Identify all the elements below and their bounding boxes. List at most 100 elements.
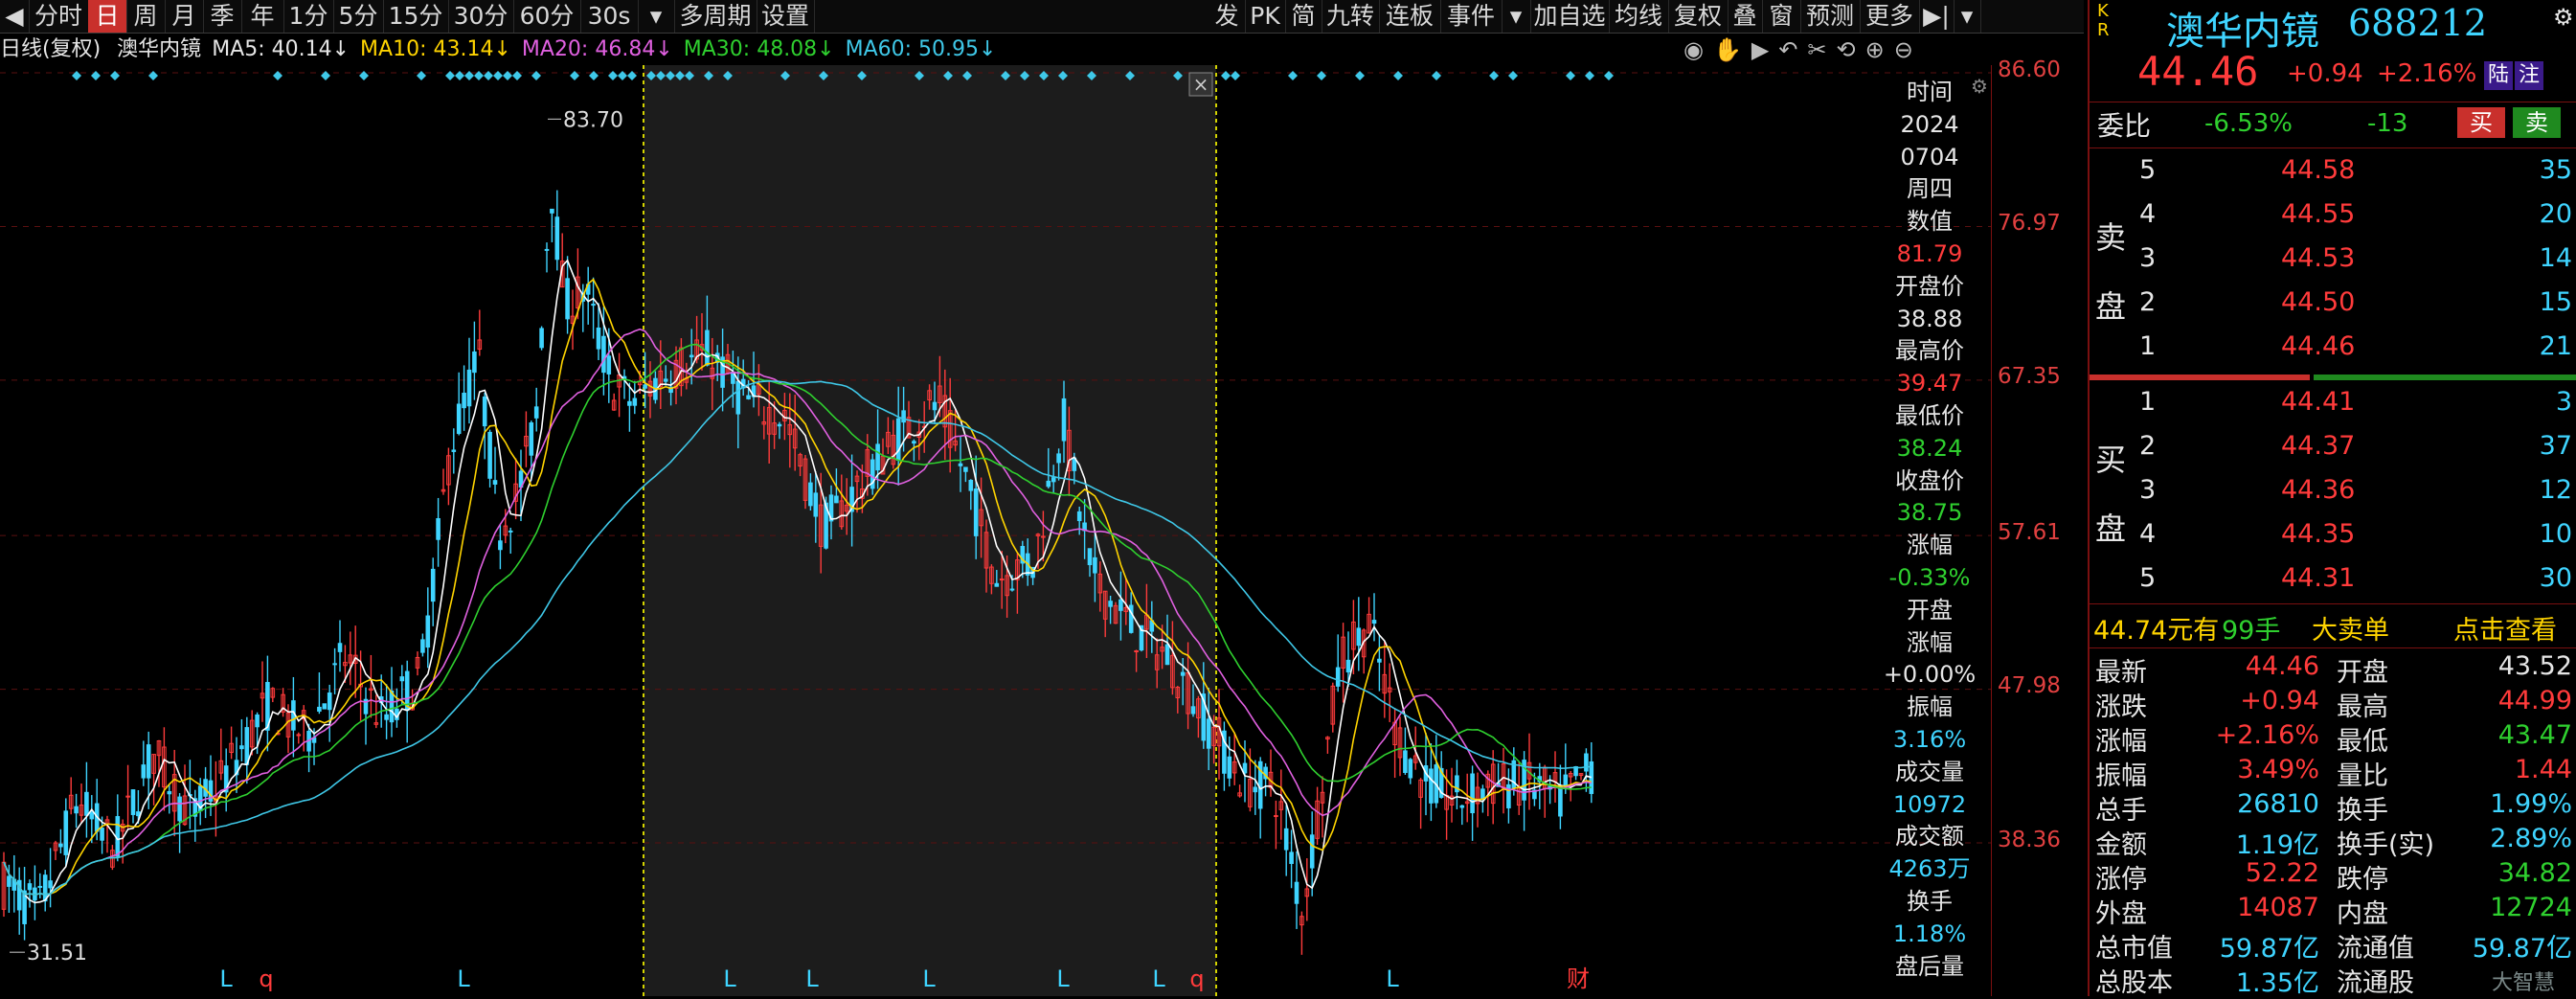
candle-body: [627, 400, 632, 406]
ma-button[interactable]: 均线: [1609, 0, 1669, 33]
bid-side-label: 买盘: [2095, 442, 2127, 547]
candle-body: [37, 885, 43, 888]
ask-level: 3: [2139, 243, 2157, 273]
stat-value: 12724: [2490, 893, 2572, 922]
bid-volume: 37: [2539, 431, 2572, 461]
gear-icon[interactable]: ⚙: [2553, 4, 2574, 31]
simple-button[interactable]: 简: [1285, 0, 1322, 33]
forecast-button[interactable]: 预测: [1800, 0, 1861, 33]
overlay-button[interactable]: 叠: [1728, 0, 1763, 33]
chevron-down-icon[interactable]: ▾: [1954, 0, 1981, 33]
events-button[interactable]: 事件: [1440, 0, 1503, 33]
adjust-button[interactable]: 复权: [1668, 0, 1729, 33]
pk-button[interactable]: PK: [1245, 0, 1286, 33]
undo-icon[interactable]: ↶: [1778, 36, 1807, 63]
period-label: 日线(复权): [0, 37, 102, 61]
collapse-icon[interactable]: ▶|: [1919, 0, 1955, 33]
ask-level: 4: [2139, 199, 2157, 229]
scissors-icon[interactable]: ✂: [1807, 36, 1836, 63]
zoom-in-icon[interactable]: ⊕: [1865, 36, 1894, 63]
y-tick: 57.61: [1998, 520, 2061, 545]
ask-volume: 15: [2539, 287, 2572, 317]
more-button[interactable]: 更多: [1860, 0, 1920, 33]
dp-amp-label: 振幅: [1907, 693, 1953, 721]
publish-button[interactable]: 发: [1209, 0, 1246, 33]
candle-body: [492, 480, 498, 485]
tab-30s[interactable]: 30s: [580, 0, 639, 33]
multi-period-button[interactable]: 多周期: [674, 0, 757, 33]
bid-price: 44.35: [2281, 519, 2356, 549]
candle-body: [42, 874, 48, 902]
ask-side-label: 卖盘: [2095, 219, 2127, 325]
low-marker: 31.51: [27, 942, 87, 965]
chevron-down-icon[interactable]: ▾: [638, 0, 675, 33]
candle-body: [1274, 815, 1278, 818]
bid-level: 4: [2139, 519, 2157, 549]
candle-body: [777, 423, 782, 427]
stat-label: 总手: [2095, 796, 2147, 826]
chevron-down-icon[interactable]: ▾: [1502, 0, 1531, 33]
dp-value-label: 数值: [1907, 208, 1953, 236]
restore-icon[interactable]: ⟲: [1837, 36, 1865, 63]
candle-body: [1076, 511, 1082, 522]
event-marker: 财: [1567, 965, 1590, 992]
candle-body: [1061, 397, 1067, 442]
stat-value: 43.52: [2497, 651, 2572, 681]
dp-year: 2024: [1900, 110, 1959, 138]
add-watchlist-button[interactable]: 加自选: [1530, 0, 1610, 33]
y-tick: 76.97: [1998, 211, 2061, 236]
prev-icon[interactable]: ◀: [0, 0, 30, 33]
bid-price: 44.37: [2281, 431, 2356, 461]
candle-body: [244, 727, 250, 765]
bid-volume: 30: [2539, 563, 2572, 593]
tab-1min[interactable]: 1分: [283, 0, 334, 33]
dp-low: 38.24: [1896, 434, 1963, 462]
stat-value: 1.44: [2514, 755, 2572, 784]
dp-high: 39.47: [1896, 370, 1963, 397]
sell-button[interactable]: 卖: [2513, 107, 2561, 138]
dp-afterhours-label: 盘后量: [1895, 952, 1964, 980]
eye-icon[interactable]: ◉: [1683, 36, 1713, 63]
tab-60min[interactable]: 60分: [513, 0, 581, 33]
candle-body: [482, 396, 487, 427]
window-button[interactable]: 窗: [1762, 0, 1801, 33]
hand-icon[interactable]: ✋: [1713, 36, 1751, 63]
ma30-label: MA30: 48.08↓: [683, 37, 835, 61]
tab-daily[interactable]: 日: [88, 0, 127, 33]
dp-date: 0704: [1900, 143, 1959, 170]
play-icon[interactable]: ▶: [1751, 36, 1778, 63]
candle-body: [1087, 548, 1093, 566]
y-tick: 67.35: [1998, 364, 2061, 389]
tab-yearly[interactable]: 年: [241, 0, 284, 33]
price-change: +0.94: [2287, 59, 2363, 88]
tab-15min[interactable]: 15分: [383, 0, 449, 33]
stat-value: 59.87亿: [2219, 934, 2319, 964]
dp-turnover: 1.18%: [1892, 920, 1967, 947]
kline-chart[interactable]: × 83.7031.51L q L L L L L Lq L 财: [0, 65, 1992, 996]
zoom-out-icon[interactable]: ⊖: [1894, 36, 1923, 63]
tab-quarterly[interactable]: 季: [203, 0, 242, 33]
nine-turn-button[interactable]: 九转: [1322, 0, 1380, 33]
stat-value: +2.16%: [2215, 720, 2319, 750]
candle-body: [1563, 774, 1569, 787]
tab-timeshare[interactable]: 分时: [29, 0, 89, 33]
bid-volume: 3: [2555, 387, 2572, 417]
limit-up-button[interactable]: 连板: [1379, 0, 1441, 33]
tab-weekly[interactable]: 周: [126, 0, 166, 33]
candle-body: [1206, 718, 1211, 749]
tab-monthly[interactable]: 月: [165, 0, 204, 33]
y-tick: 86.60: [1998, 57, 2061, 82]
stat-value: +0.94: [2240, 686, 2319, 715]
big-order-link[interactable]: 点击查看: [2453, 609, 2557, 647]
candle-body: [663, 378, 668, 382]
tab-5min[interactable]: 5分: [333, 0, 384, 33]
dp-openchg-label1: 开盘: [1907, 596, 1953, 624]
selection-range[interactable]: [644, 65, 1216, 996]
buy-button[interactable]: 买: [2457, 107, 2505, 138]
candle-body: [466, 369, 472, 407]
big-order-label: 大卖单: [2312, 616, 2389, 646]
tab-30min[interactable]: 30分: [448, 0, 514, 33]
big-order-price: 44.74元有: [2093, 616, 2220, 646]
event-marker: L: [457, 965, 470, 992]
settings-button[interactable]: 设置: [757, 0, 815, 33]
